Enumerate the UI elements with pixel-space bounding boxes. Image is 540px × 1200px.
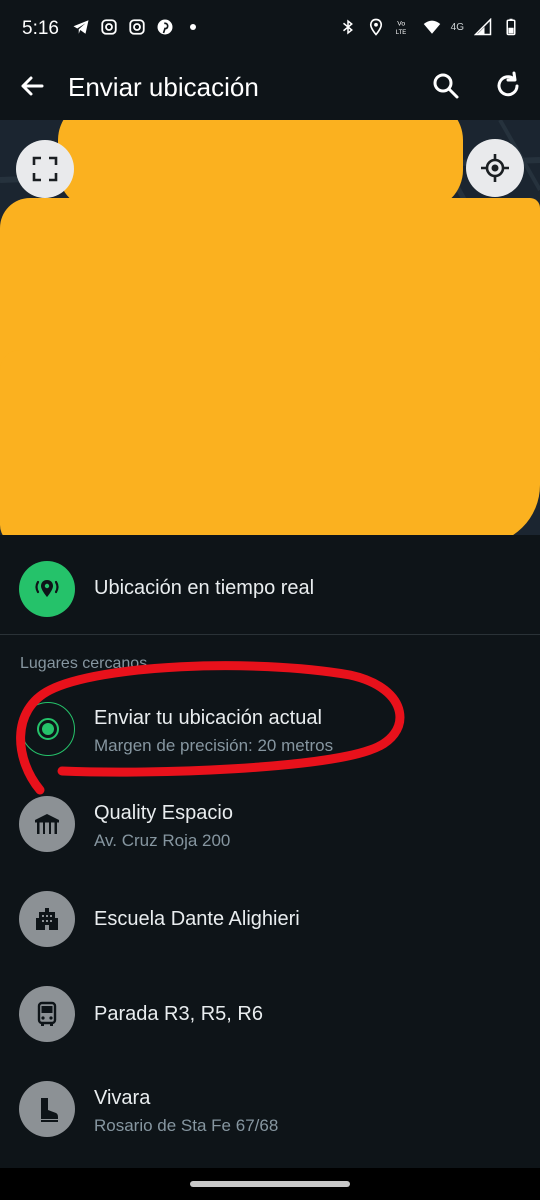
place-subtitle: Rosario de Sta Fe 67/68 (94, 1116, 279, 1135)
refresh-icon (497, 71, 519, 97)
place-title: Escuela Dante Alighieri (94, 908, 300, 930)
place-row-parada[interactable]: Parada R3, R5, R6 (0, 966, 540, 1062)
my-location-button[interactable] (466, 139, 524, 197)
place-title: Quality Espacio (94, 802, 233, 824)
battery-icon (506, 18, 516, 36)
current-location-icon-container (21, 702, 75, 756)
school-building-icon (36, 908, 58, 930)
fullscreen-button[interactable] (16, 140, 74, 198)
my-location-icon (481, 154, 509, 182)
place-row-vivara[interactable]: Vivara Rosario de Sta Fe 67/68 (0, 1061, 540, 1157)
live-location-icon-container (19, 561, 75, 617)
map-view[interactable] (0, 120, 540, 535)
refresh-button[interactable] (490, 68, 526, 104)
status-time: 5:16 (22, 18, 59, 39)
current-location-subtitle: Margen de precisión: 20 metros (94, 736, 334, 755)
send-current-location-row[interactable]: Enviar tu ubicación actual Margen de pre… (0, 681, 540, 777)
back-button[interactable] (14, 68, 50, 104)
fullscreen-icon (32, 156, 58, 182)
place-icon-container (19, 891, 75, 947)
live-location-row[interactable]: Ubicación en tiempo real (0, 541, 540, 637)
place-row-escuela-dante-alighieri[interactable]: Escuela Dante Alighieri (0, 871, 540, 967)
wifi-icon (423, 20, 440, 34)
svg-text:Vo: Vo (397, 21, 405, 28)
volte-icon: Vo LTE (395, 21, 406, 36)
pinterest-icon (157, 19, 173, 35)
place-title: Vivara (94, 1087, 151, 1109)
instagram-icon (129, 19, 145, 35)
event-venue-icon (35, 814, 59, 834)
search-button[interactable] (428, 68, 464, 104)
place-icon-container (19, 986, 75, 1042)
place-title: Parada R3, R5, R6 (94, 1003, 263, 1025)
redaction-scribble (0, 350, 540, 535)
signal-icon (474, 18, 492, 36)
place-subtitle: Av. Cruz Roja 200 (94, 831, 231, 850)
live-location-icon (35, 580, 59, 597)
live-location-label: Ubicación en tiempo real (94, 577, 315, 599)
nearby-places-header: Lugares cercanos (20, 655, 148, 672)
place-row-quality-espacio[interactable]: Quality Espacio Av. Cruz Roja 200 (0, 776, 540, 872)
home-gesture-handle[interactable] (190, 1181, 350, 1187)
telegram-icon (73, 20, 89, 34)
boot-icon (41, 1098, 58, 1122)
instagram-icon (101, 19, 117, 35)
network-type-label: 4G (450, 21, 464, 33)
status-bar: 5:16 Vo LTE 4G (0, 0, 540, 60)
current-location-icon (37, 718, 59, 740)
place-icon-container (19, 796, 75, 852)
page-title: Enviar ubicación (68, 72, 259, 102)
current-location-title: Enviar tu ubicación actual (94, 707, 322, 729)
redaction-scribble (58, 120, 463, 210)
svg-text:LTE: LTE (395, 30, 406, 36)
place-icon-container (19, 1081, 75, 1137)
dot-icon (190, 24, 196, 30)
divider (0, 634, 540, 635)
bluetooth-icon (342, 19, 353, 35)
bus-icon (37, 1001, 57, 1026)
app-bar: Enviar ubicación (0, 60, 540, 120)
search-icon (433, 73, 459, 99)
arrow-back-icon (21, 76, 44, 96)
location-icon (369, 18, 382, 36)
